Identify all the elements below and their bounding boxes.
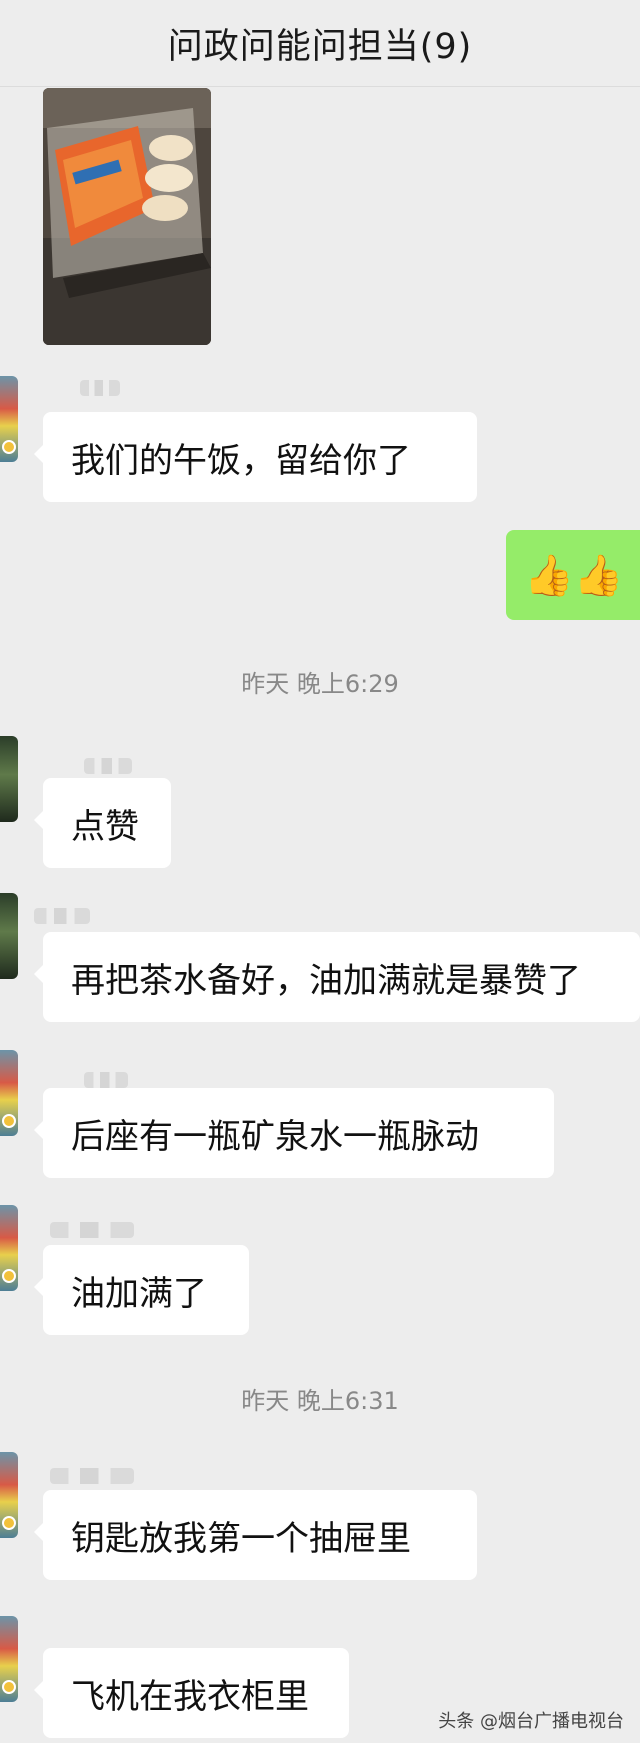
message-bubble[interactable]: 飞机在我衣柜里 <box>34 1648 349 1738</box>
sender-avatar[interactable] <box>0 1616 18 1702</box>
timestamp: 昨天 晚上6:31 <box>241 1387 399 1415</box>
message-text: 钥匙放我第一个抽屉里 <box>71 1518 411 1559</box>
thumbs-up-icon: 👍👍 <box>524 552 624 599</box>
sender-name-blurred <box>50 1222 134 1238</box>
message-bubble[interactable]: 钥匙放我第一个抽屉里 <box>34 1490 477 1580</box>
message-text: 我们的午饭，留给你了 <box>71 440 411 481</box>
source-watermark: 头条 @烟台广播电视台 <box>438 1711 624 1732</box>
message-bubble[interactable]: 点赞 <box>34 778 171 868</box>
sender-avatar[interactable] <box>0 1205 18 1291</box>
sender-avatar[interactable] <box>0 376 18 462</box>
avatar-badge-icon <box>2 1680 16 1694</box>
chat-title: 问政问能问担当(9) <box>167 26 473 67</box>
avatar-badge-icon <box>2 1114 16 1128</box>
sender-avatar[interactable] <box>0 1452 18 1538</box>
message-bubble[interactable]: 再把茶水备好，油加满就是暴赞了 <box>34 932 640 1022</box>
image-message[interactable] <box>43 88 211 345</box>
message-bubble[interactable]: 油加满了 <box>34 1245 249 1335</box>
message-text: 油加满了 <box>71 1273 207 1314</box>
message-text: 后座有一瓶矿泉水一瓶脉动 <box>71 1116 479 1157</box>
sender-name-blurred <box>50 1468 134 1484</box>
avatar-badge-icon <box>2 1269 16 1283</box>
my-message-bubble[interactable]: 👍👍 <box>506 530 640 620</box>
message-bubble[interactable]: 我们的午饭，留给你了 <box>34 412 477 502</box>
message-bubble[interactable]: 后座有一瓶矿泉水一瓶脉动 <box>34 1088 554 1178</box>
chat-header: 问政问能问担当(9) <box>0 0 640 87</box>
avatar-badge-icon <box>2 1516 16 1530</box>
message-text: 再把茶水备好，油加满就是暴赞了 <box>71 960 581 1001</box>
sender-avatar[interactable] <box>0 1050 18 1136</box>
lunch-photo <box>43 88 211 345</box>
timestamp: 昨天 晚上6:29 <box>241 670 399 698</box>
avatar-badge-icon <box>2 440 16 454</box>
message-text: 点赞 <box>71 806 139 847</box>
sender-name-blurred <box>80 380 120 396</box>
sender-name-blurred <box>84 758 132 774</box>
sender-avatar[interactable] <box>0 736 18 822</box>
sender-name-blurred <box>34 908 90 924</box>
sender-name-blurred <box>84 1072 128 1088</box>
message-text: 飞机在我衣柜里 <box>71 1676 309 1717</box>
sender-avatar[interactable] <box>0 893 18 979</box>
